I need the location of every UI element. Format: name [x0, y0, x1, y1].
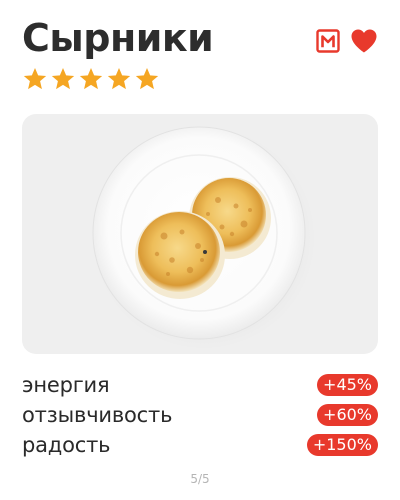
stat-label: отзывчивость [22, 403, 173, 427]
star-icon [135, 67, 159, 90]
star-icon [23, 67, 47, 90]
stat-value-badge: +60% [317, 404, 378, 426]
header-actions [316, 28, 378, 54]
page-indicator: 5/5 [190, 472, 210, 486]
rating-stars [22, 66, 160, 92]
stat-row: энергия +45% [22, 370, 378, 400]
stat-label: энергия [22, 373, 110, 397]
star-icon [107, 67, 131, 90]
syrniki-plate-image [92, 126, 316, 350]
stat-value-badge: +150% [306, 434, 378, 456]
heart-icon[interactable] [350, 28, 378, 54]
stat-row: радость +150% [22, 430, 378, 460]
star-icon [79, 67, 103, 90]
stats-list: энергия +45% отзывчивость +60% радость +150% [22, 370, 378, 460]
magnit-logo-icon [316, 29, 340, 53]
stat-row: отзывчивость +60% [22, 400, 378, 430]
stat-value-badge: +45% [317, 374, 378, 396]
star-icon [51, 67, 75, 90]
page-title: Сырники [22, 16, 214, 60]
dish-photo [22, 114, 378, 354]
stat-label: радость [22, 433, 111, 457]
